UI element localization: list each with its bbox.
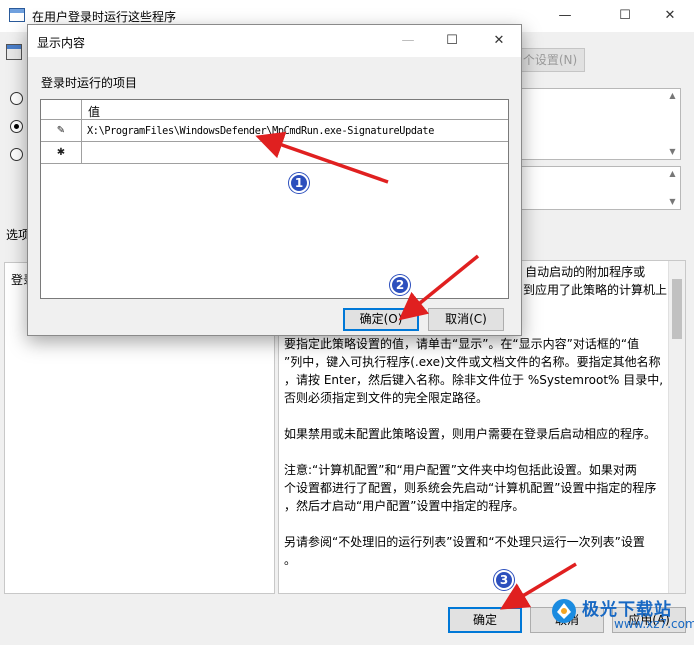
help-text-line: 如果禁用或未配置此策略设置，则用户需要在登录后启动相应的程序。	[284, 427, 657, 441]
maximize-button[interactable]: ☐	[610, 4, 640, 28]
scroll-up-icon[interactable]: ▲	[665, 89, 680, 103]
dialog-title: 显示内容	[37, 36, 86, 50]
watermark-logo-icon	[552, 599, 576, 623]
value-cell-input[interactable]	[87, 123, 507, 140]
dialog-minimize-button[interactable]: —	[393, 29, 423, 53]
policy-setting-icon	[6, 44, 22, 60]
help-scrollbar[interactable]	[668, 261, 685, 593]
new-row-asterisk-icon: ✱	[41, 142, 82, 163]
scroll-down-icon[interactable]: ▼	[665, 145, 680, 159]
watermark-subtitle: www.xz7.com	[614, 617, 694, 631]
step-marker-2: 2	[390, 275, 410, 295]
value-column-header[interactable]: 值	[88, 103, 100, 120]
watermark: 极光下载站 www.xz7.com	[550, 595, 694, 641]
help-text-line: 到应用了此策略的计算机上	[523, 283, 668, 297]
help-text-line: 要指定此策略设置的值，请单击“显示”。在“显示内容”对话框的“值	[284, 337, 640, 351]
radio-not-configured[interactable]	[10, 92, 23, 105]
edit-pencil-icon: ✎	[41, 120, 82, 141]
ok-button[interactable]: 确定	[448, 607, 522, 633]
table-row[interactable]: ✱	[41, 142, 508, 164]
scroll-down-icon[interactable]: ▼	[665, 195, 680, 209]
new-value-cell-input[interactable]	[87, 145, 507, 162]
help-text-line: 注意:“计算机配置”和“用户配置”文件夹中均包括此设置。如果对两	[284, 463, 637, 477]
scroll-up-icon[interactable]: ▲	[665, 167, 680, 181]
dialog-titlebar: 显示内容 — ☐ ✕	[28, 25, 521, 57]
help-text-line: 个设置都进行了配置，则系统会先启动“计算机配置”设置中指定的程序	[284, 481, 657, 495]
help-text-line: 另请参阅“不处理旧的运行列表”设置和“不处理只运行一次列表”设置	[284, 535, 645, 549]
comment-textbox[interactable]: ▲ ▼	[505, 88, 681, 160]
help-text-line: ”列中，键入可执行程序(.exe)文件或文档文件的名称。要指定其他名称	[284, 355, 661, 369]
dialog-cancel-button[interactable]: 取消(C)	[428, 308, 504, 331]
next-setting-button[interactable]: 个设置(N)	[515, 48, 585, 72]
dialog-close-button[interactable]: ✕	[484, 29, 514, 53]
grid-header: 值	[41, 100, 508, 120]
grid-corner	[41, 100, 82, 120]
values-grid: 值 ✎ ✱	[40, 99, 509, 299]
dialog-ok-button[interactable]: 确定(O)	[343, 308, 419, 331]
minimize-button[interactable]: —	[550, 4, 580, 28]
show-contents-dialog: 显示内容 — ☐ ✕ 登录时运行的项目 值 ✎ ✱ 确定(O) 取消(C)	[27, 24, 522, 336]
help-text-line: ，请按 Enter，然后键入名称。除非文件位于 %Systemroot% 目录中…	[284, 373, 664, 387]
help-text-line: s 自动启动的附加程序或	[515, 265, 646, 279]
app-icon	[9, 8, 25, 22]
help-scrollbar-thumb[interactable]	[672, 279, 682, 339]
background-window-title: 在用户登录时运行这些程序	[32, 10, 177, 24]
help-text-line: 。	[284, 553, 297, 567]
table-row[interactable]: ✎	[41, 120, 508, 142]
supported-on-textbox: ▲ ▼	[505, 166, 681, 210]
help-text-line: ，然后才启动“用户配置”设置中指定的程序。	[284, 499, 525, 513]
dialog-maximize-button[interactable]: ☐	[437, 29, 467, 53]
items-section-label: 登录时运行的项目	[41, 76, 138, 90]
close-button[interactable]: ✕	[655, 4, 685, 28]
step-marker-3: 3	[494, 570, 514, 590]
help-text-line: 否则必须指定到文件的完全限定路径。	[284, 391, 489, 405]
step-marker-1: 1	[289, 173, 309, 193]
radio-disabled[interactable]	[10, 148, 23, 161]
radio-enabled[interactable]	[10, 120, 23, 133]
